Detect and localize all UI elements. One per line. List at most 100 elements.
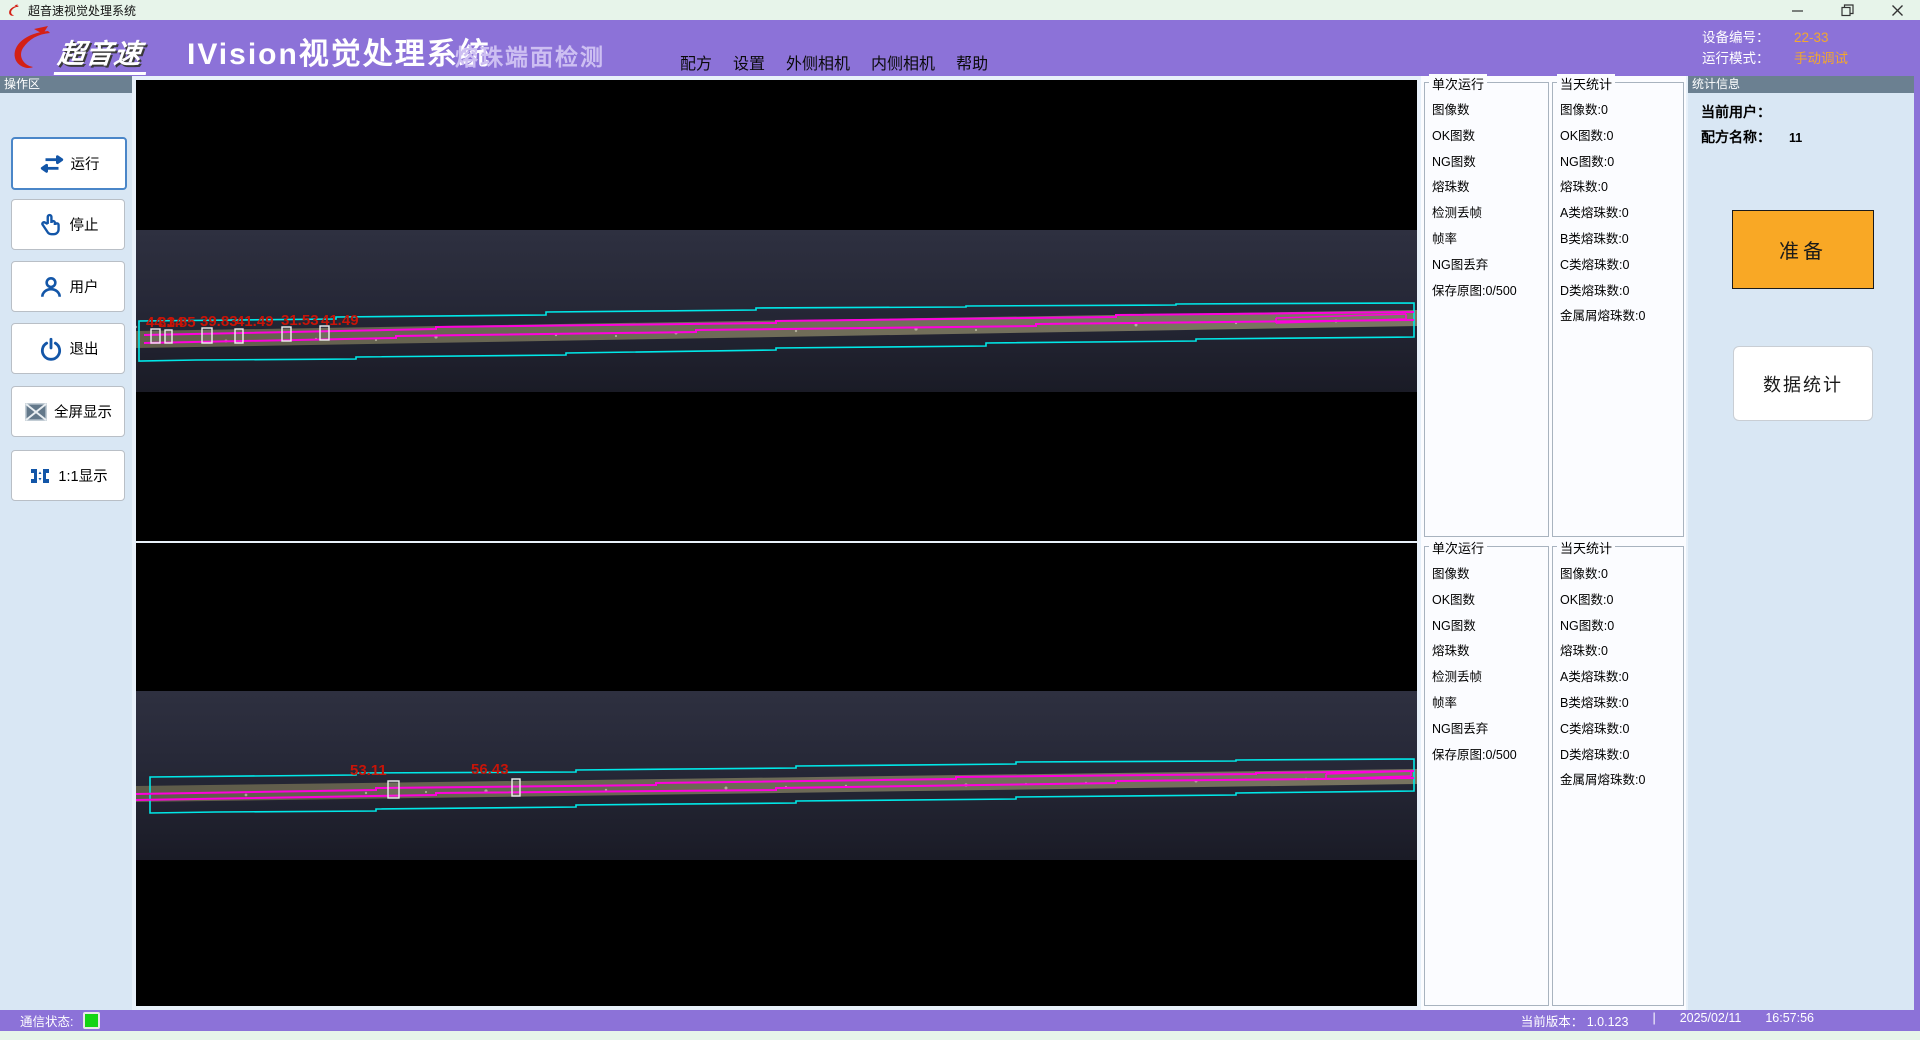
stat-row: B类熔珠数:0 xyxy=(1560,691,1683,717)
brand-logo-icon xyxy=(6,25,54,76)
exit-button[interactable]: 退出 xyxy=(11,323,125,374)
groupbox-title: 当天统计 xyxy=(1557,74,1615,93)
measurement-label: 41.49 xyxy=(236,313,274,330)
measurement-label: 31.53 xyxy=(281,312,319,329)
app-subtitle: 熔珠端面检测 xyxy=(455,38,605,72)
stat-row: 图像数 xyxy=(1432,562,1548,588)
stat-row: OK图数 xyxy=(1432,124,1548,150)
stat-row: 熔珠数:0 xyxy=(1560,175,1683,201)
run-mode-value: 手动调试 xyxy=(1794,48,1848,69)
groupbox-title: 当天统计 xyxy=(1557,538,1615,557)
fullscreen-button-label: 全屏显示 xyxy=(54,401,112,422)
menu-item[interactable]: 外侧相机 xyxy=(786,50,850,74)
stop-button[interactable]: 停止 xyxy=(11,199,125,250)
data-statistics-button[interactable]: 数据统计 xyxy=(1733,346,1873,421)
status-date: 2025/02/11 xyxy=(1680,1011,1742,1030)
stat-row: 帧率 xyxy=(1432,227,1548,253)
stat-row: NG图数:0 xyxy=(1560,150,1683,176)
menu-item[interactable]: 配方 xyxy=(680,50,712,74)
stat-row: A类熔珠数:0 xyxy=(1560,665,1683,691)
stat-row: 金属屑熔珠数:0 xyxy=(1560,768,1683,794)
window-bottom-edge xyxy=(0,1031,1920,1040)
stat-row: 检测丢帧 xyxy=(1432,201,1548,227)
sidebar: 操作区 运行 停止 用户 退出 xyxy=(0,76,132,1010)
run-mode-label: 运行模式： xyxy=(1702,48,1780,69)
version-label-and-value: 当前版本： 1.0.123 xyxy=(1521,1011,1629,1030)
ready-button[interactable]: 准备 xyxy=(1732,210,1874,289)
stat-row: 检测丢帧 xyxy=(1432,665,1548,691)
stop-button-label: 停止 xyxy=(70,214,99,235)
stat-row: 熔珠数:0 xyxy=(1560,639,1683,665)
stat-row: B类熔珠数:0 xyxy=(1560,227,1683,253)
header-device-info: 设备编号： 22-33 运行模式： 手动调试 xyxy=(1702,27,1848,69)
stat-row: 图像数:0 xyxy=(1560,98,1683,124)
one-to-one-button[interactable]: 1:1显示 xyxy=(11,450,125,501)
status-bar: 通信状态: 当前版本： 1.0.123 | 2025/02/11 16:57:5… xyxy=(0,1010,1920,1031)
one-to-one-button-label: 1:1显示 xyxy=(58,465,107,486)
stat-row: 保存原图:0/500 xyxy=(1432,279,1548,305)
menu-item[interactable]: 帮助 xyxy=(956,50,988,74)
stat-row: 熔珠数 xyxy=(1432,639,1548,665)
measurement-label: 39.83 xyxy=(200,313,238,330)
stat-row: A类熔珠数:0 xyxy=(1560,201,1683,227)
exit-button-label: 退出 xyxy=(70,338,99,359)
window-titlebar: 超音速视觉处理系统 xyxy=(0,0,1920,20)
groupbox-title: 单次运行 xyxy=(1429,538,1487,557)
groupbox-title: 单次运行 xyxy=(1429,74,1487,93)
outer-camera-annotations: 44.34 31.85 39.83 41.49 31.53 41.49 xyxy=(136,80,1417,541)
info-panel: 统计信息 当前用户： 配方名称：11 准备 数据统计 xyxy=(1688,76,1914,1010)
stat-row: NG图丢弃 xyxy=(1432,253,1548,279)
restore-button[interactable] xyxy=(1836,1,1858,19)
brand-logo-text: 超音速 xyxy=(54,32,151,75)
bottom-single-run-groupbox: 单次运行 图像数OK图数NG图数熔珠数检测丢帧帧率NG图丢弃保存原图:0/500 xyxy=(1424,546,1549,1006)
user-button[interactable]: 用户 xyxy=(11,261,125,312)
fullscreen-icon xyxy=(24,400,48,424)
hand-icon xyxy=(38,212,64,238)
menu-item[interactable]: 设置 xyxy=(733,50,765,74)
status-divider: | xyxy=(1652,1011,1655,1030)
bottom-today-groupbox: 当天统计 图像数:0OK图数:0NG图数:0熔珠数:0A类熔珠数:0B类熔珠数:… xyxy=(1552,546,1684,1006)
measurement-label: 31.85 xyxy=(158,314,196,331)
app-window: 超音速视觉处理系统 超音速 IVision xyxy=(0,0,1920,1040)
app-title: IVision视觉处理系统 xyxy=(187,29,491,73)
stat-row: D类熔珠数:0 xyxy=(1560,279,1683,305)
user-icon xyxy=(38,274,64,300)
stat-row: 金属屑熔珠数:0 xyxy=(1560,304,1683,330)
current-user-label: 当前用户： xyxy=(1701,104,1771,120)
top-today-groupbox: 当天统计 图像数:0OK图数:0NG图数:0熔珠数:0A类熔珠数:0B类熔珠数:… xyxy=(1552,82,1684,537)
device-number-value: 22-33 xyxy=(1794,27,1829,48)
stat-row: 保存原图:0/500 xyxy=(1432,743,1548,769)
stat-row: C类熔珠数:0 xyxy=(1560,717,1683,743)
stat-row: OK图数:0 xyxy=(1560,588,1683,614)
run-button[interactable]: 运行 xyxy=(11,137,127,190)
window-edge-strip xyxy=(1914,76,1920,1010)
menu-item[interactable]: 内侧相机 xyxy=(871,50,935,74)
top-single-run-groupbox: 单次运行 图像数OK图数NG图数熔珠数检测丢帧帧率NG图丢弃保存原图:0/500 xyxy=(1424,82,1549,537)
comm-status-indicator xyxy=(83,1012,100,1029)
measurement-label: 41.49 xyxy=(321,312,359,329)
version-label: 当前版本： xyxy=(1521,1015,1584,1029)
user-button-label: 用户 xyxy=(70,276,99,297)
stat-row: 图像数:0 xyxy=(1560,562,1683,588)
fullscreen-button[interactable]: 全屏显示 xyxy=(11,386,125,437)
window-title: 超音速视觉处理系统 xyxy=(28,2,136,19)
close-button[interactable] xyxy=(1886,1,1908,19)
menu-bar: 配方设置外侧相机内侧相机帮助 xyxy=(680,50,988,74)
one-to-one-icon xyxy=(28,464,52,488)
ready-button-label: 准备 xyxy=(1779,235,1827,264)
version-value: 1.0.123 xyxy=(1587,1015,1629,1029)
stat-row: NG图数:0 xyxy=(1560,614,1683,640)
stat-row: D类熔珠数:0 xyxy=(1560,743,1683,769)
stat-row: C类熔珠数:0 xyxy=(1560,253,1683,279)
minimize-button[interactable] xyxy=(1786,1,1808,19)
sidebar-title: 操作区 xyxy=(0,76,132,93)
swap-arrows-icon xyxy=(39,151,65,177)
stat-row: 图像数 xyxy=(1432,98,1548,124)
app-header: 超音速 IVision视觉处理系统 熔珠端面检测 配方设置外侧相机内侧相机帮助 … xyxy=(0,20,1920,76)
info-panel-title: 统计信息 xyxy=(1688,76,1914,93)
device-number-label: 设备编号： xyxy=(1702,27,1780,48)
measurement-label: 53.11 xyxy=(350,762,387,779)
measurement-label: 56.43 xyxy=(471,761,509,778)
recipe-name-value: 11 xyxy=(1789,131,1802,145)
outer-camera-view: 44.34 31.85 39.83 41.49 31.53 41.49 xyxy=(136,80,1417,541)
